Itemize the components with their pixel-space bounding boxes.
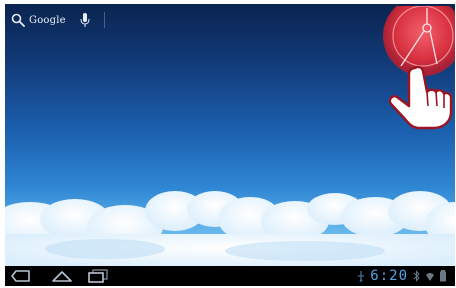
usb-icon bbox=[358, 271, 365, 282]
recent-apps-icon[interactable] bbox=[87, 269, 109, 283]
google-search-bar[interactable]: Google bbox=[11, 10, 105, 30]
hand-pointer-icon bbox=[388, 65, 453, 130]
back-icon[interactable] bbox=[11, 269, 33, 283]
search-divider bbox=[103, 12, 105, 28]
wifi-icon bbox=[426, 273, 434, 281]
system-navigation-bar: 6:20 bbox=[5, 266, 455, 286]
search-icon[interactable] bbox=[11, 13, 25, 27]
mic-icon[interactable] bbox=[79, 12, 91, 28]
battery-icon bbox=[440, 270, 446, 282]
google-search-label[interactable]: Google bbox=[29, 15, 66, 26]
home-screen: Google 6:20 bbox=[5, 4, 455, 286]
home-icon[interactable] bbox=[51, 269, 73, 283]
clock[interactable]: 6:20 bbox=[370, 268, 408, 284]
status-area[interactable]: 6:20 bbox=[357, 267, 447, 285]
cloud-wallpaper bbox=[5, 191, 455, 269]
bluetooth-icon bbox=[413, 270, 420, 282]
